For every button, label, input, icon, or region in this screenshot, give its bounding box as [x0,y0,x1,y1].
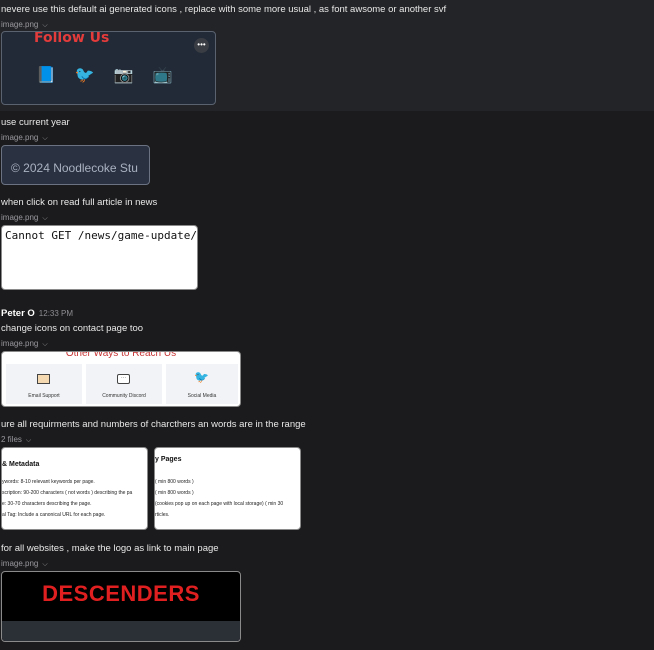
email-icon [37,374,50,384]
timestamp: 12:33 PM [38,309,74,318]
error-text: Cannot GET /news/game-update/ [5,229,198,242]
message-text: use current year [1,117,70,128]
copyright-text: © 2024 Noodlecoke Stu [11,161,138,175]
book-icon: 📘 [36,67,56,84]
attachment-toggle[interactable]: image.png ⌵ [1,213,48,223]
image-attachment[interactable]: DESCENDERS [1,571,241,642]
file-line: ( min 800 words ) [155,479,194,485]
image-attachment[interactable]: Cannot GET /news/game-update/ [1,225,198,290]
social-icons-row: 📘 🐦 📷 📺 [36,65,173,85]
file-line: al Tag: Include a canonical URL for each… [2,512,106,518]
attachment-toggle[interactable]: image.png ⌵ [1,339,48,349]
image-attachment[interactable]: Follow Us ••• 📘 🐦 📷 📺 [1,31,216,105]
attachment-name: image.png [1,339,39,348]
file-line: scription: 90-200 characters ( not words… [2,490,133,496]
more-options-icon[interactable]: ••• [194,38,209,53]
attachment-toggle[interactable]: 2 files ⌵ [1,435,31,445]
attachment-name: image.png [1,133,39,142]
contact-option: ··· Community Discord [86,364,162,404]
attachment-name: 2 files [1,435,22,444]
chevron-down-icon: ⌵ [25,437,32,444]
image-attachment[interactable]: Other Ways to Reach Us Email Support ···… [1,351,241,407]
file-line: (cookies pop up on each page with local … [155,501,284,507]
chat-icon: ··· [117,374,130,384]
message-text: nevere use this default ai generated ico… [1,4,447,15]
contact-option: 🐦 Social Media [166,364,238,404]
chevron-down-icon: ⌵ [42,215,48,222]
file-lines: ( min 800 words ) ( min 800 words ) (coo… [155,477,283,521]
file-attachment[interactable]: y Pages ( min 800 words ) ( min 800 word… [154,447,301,530]
attachment-toggle[interactable]: image.png ⌵ [1,559,48,569]
message-text: when click on read full article in news [1,197,158,208]
file-lines: ywords: 8-10 relevant keywords per page.… [2,477,132,521]
message-author-header: Peter O 12:33 PM [1,308,73,319]
contact-option-label: Email Support [28,393,60,399]
attachment-toggle[interactable]: image.png ⌵ [1,133,48,143]
file-line: ( min 800 words ) [155,490,194,496]
file-title: & Metadata [2,461,40,468]
bird-icon: 🐦 [74,67,95,84]
image-attachment[interactable]: © 2024 Noodlecoke Stu [1,145,150,185]
message-text: for all websites , make the logo as link… [1,543,219,554]
file-attachment[interactable]: & Metadata ywords: 8-10 relevant keyword… [1,447,148,530]
chevron-down-icon: ⌵ [42,341,48,348]
chevron-down-icon: ⌵ [42,135,48,142]
logo-text: DESCENDERS [42,581,200,606]
author-name[interactable]: Peter O [1,308,35,319]
chevron-down-icon: ⌵ [42,22,48,29]
follow-title: Follow Us [34,31,110,46]
contact-option: Email Support [6,364,82,404]
bird-icon: 🐦 [194,370,209,384]
message-text: ure all requirments and numbers of charc… [1,419,306,430]
attachment-toggle[interactable]: image.png ⌵ [1,20,48,30]
file-title: y Pages [155,456,182,463]
attachment-name: image.png [1,20,39,29]
tv-icon: 📺 [152,67,173,84]
message-text: change icons on contact page too [1,323,144,334]
nav-strip [2,621,240,641]
contact-option-label: Community Discord [102,393,146,399]
file-line: e: 30-70 characters describing the page. [2,501,92,507]
file-line: ywords: 8-10 relevant keywords per page. [2,479,95,485]
attachment-name: image.png [1,559,39,568]
attachment-name: image.png [1,213,39,222]
camera-icon: 📷 [113,67,134,84]
file-line: rticles. [155,512,170,518]
contact-title: Other Ways to Reach Us [65,351,177,359]
chevron-down-icon: ⌵ [42,561,48,568]
contact-option-label: Social Media [187,393,217,399]
